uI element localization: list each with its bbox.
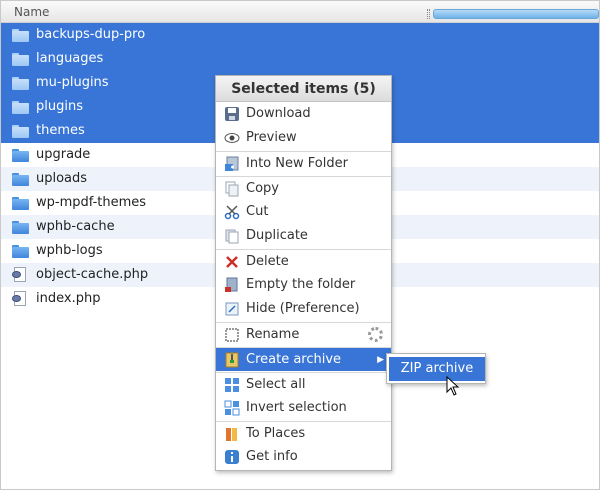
delete-icon [224, 254, 240, 270]
file-name: uploads [36, 171, 88, 186]
file-name: upgrade [36, 147, 91, 162]
file-row[interactable]: languages [1, 47, 599, 71]
eye-icon [224, 130, 240, 146]
menu-item-duplicate[interactable]: Duplicate [216, 224, 391, 248]
menu-item-label: Rename [246, 327, 300, 342]
scissors-icon [224, 204, 240, 220]
file-name: wp-mpdf-themes [36, 195, 147, 210]
duplicate-icon [224, 228, 240, 244]
new-folder-icon [224, 156, 240, 172]
select-all-icon [224, 377, 240, 393]
folder-icon [12, 51, 29, 67]
folder-icon [12, 99, 29, 115]
info-icon [224, 449, 240, 465]
menu-item-label: Copy [246, 181, 279, 196]
file-name: index.php [36, 291, 101, 306]
copy-icon [224, 181, 240, 197]
menu-item-label: Duplicate [246, 228, 308, 243]
mouse-cursor-icon [446, 375, 460, 400]
menu-item-create-archive[interactable]: Create archive ▶ [216, 347, 391, 371]
menu-item-label: Preview [246, 130, 297, 145]
archive-icon [224, 352, 240, 368]
download-icon [224, 106, 240, 122]
folder-icon [12, 75, 29, 91]
menu-item-copy[interactable]: Copy [216, 176, 391, 200]
file-name: wphb-logs [36, 243, 103, 258]
menu-item-label: Download [246, 106, 311, 121]
menu-item-invert-selection[interactable]: Invert selection [216, 396, 391, 420]
php-file-icon [12, 267, 29, 283]
menu-item-label: Hide (Preference) [246, 301, 360, 316]
menu-item-get-info[interactable]: Get info [216, 445, 391, 469]
folder-icon [12, 171, 29, 187]
context-menu-title: Selected items (5) [216, 76, 391, 102]
rename-icon [224, 327, 240, 343]
php-file-icon [12, 291, 29, 307]
archive-submenu: ZIP archive [386, 353, 486, 384]
folder-icon [12, 123, 29, 139]
file-name: languages [36, 51, 104, 66]
menu-item-label: Select all [246, 377, 306, 392]
menu-item-label: To Places [246, 426, 306, 441]
file-name: wphb-cache [36, 219, 115, 234]
file-name: mu-plugins [36, 75, 109, 90]
folder-icon [12, 219, 29, 235]
menu-item-select-all[interactable]: Select all [216, 372, 391, 396]
folder-icon [12, 195, 29, 211]
menu-item-label: Create archive [246, 352, 342, 367]
horizontal-scrollbar[interactable] [433, 9, 599, 19]
menu-item-label: Into New Folder [246, 156, 348, 171]
menu-item-delete[interactable]: Delete [216, 249, 391, 273]
column-resize-handle[interactable] [427, 9, 430, 19]
file-name: object-cache.php [36, 267, 149, 282]
invert-selection-icon [224, 400, 240, 416]
menu-item-label: Empty the folder [246, 277, 356, 292]
hide-icon [224, 301, 240, 317]
menu-item-rename[interactable]: Rename [216, 322, 391, 346]
empty-folder-icon [224, 277, 240, 293]
folder-icon [12, 27, 29, 43]
file-name: plugins [36, 99, 83, 114]
menu-item-cut[interactable]: Cut [216, 200, 391, 224]
menu-item-label: Invert selection [246, 400, 347, 415]
menu-item-label: Cut [246, 204, 269, 219]
menu-item-hide[interactable]: Hide (Preference) [216, 297, 391, 321]
folder-icon [12, 147, 29, 163]
menu-item-to-places[interactable]: To Places [216, 421, 391, 445]
places-icon [224, 426, 240, 442]
menu-item-empty-folder[interactable]: Empty the folder [216, 273, 391, 297]
gear-icon[interactable] [368, 327, 383, 342]
menu-item-label: Delete [246, 254, 289, 269]
zip-archive-option[interactable]: ZIP archive [389, 357, 485, 381]
menu-item-label: Get info [246, 449, 298, 464]
menu-item-into-new-folder[interactable]: Into New Folder [216, 151, 391, 175]
file-row[interactable]: backups-dup-pro [1, 23, 599, 47]
submenu-arrow-icon: ▶ [377, 355, 384, 365]
folder-icon [12, 243, 29, 259]
menu-item-download[interactable]: Download [216, 102, 391, 126]
column-header: Name [1, 1, 599, 23]
column-name-header[interactable]: Name [14, 5, 49, 19]
file-name: backups-dup-pro [36, 27, 146, 42]
context-menu: Selected items (5) Download Preview Into… [215, 75, 392, 471]
file-name: themes [36, 123, 85, 138]
menu-item-preview[interactable]: Preview [216, 126, 391, 150]
